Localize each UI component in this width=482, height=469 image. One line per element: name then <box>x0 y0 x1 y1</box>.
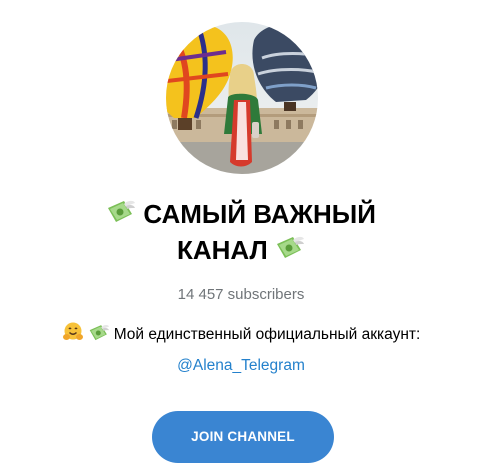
channel-description-text: Мой единственный официальный аккаунт: <box>113 326 421 343</box>
channel-avatar[interactable] <box>166 22 318 174</box>
channel-description: Мой единственный официальный аккаунт: <box>0 321 482 347</box>
join-channel-button[interactable]: JOIN CHANNEL <box>152 411 334 463</box>
subscriber-count: 14 457 subscribers <box>177 286 305 303</box>
channel-title-line-2: КАНАЛ <box>0 232 482 268</box>
money-with-wings-icon <box>88 323 110 343</box>
channel-description-mention-line: @Alena_Telegram <box>0 355 482 377</box>
username-link[interactable]: @Alena_Telegram <box>177 357 305 374</box>
channel-title-line-1: САМЫЙ ВАЖНЫЙ <box>0 196 482 232</box>
channel-preview: САМЫЙ ВАЖНЫЙ КАНАЛ 14 457 subscribers Мо… <box>0 0 482 469</box>
channel-title-text-1: САМЫЙ ВАЖНЫЙ <box>143 199 376 229</box>
money-with-wings-icon <box>275 234 305 262</box>
channel-title: САМЫЙ ВАЖНЫЙ КАНАЛ <box>0 196 482 268</box>
channel-title-text-2: КАНАЛ <box>177 235 268 265</box>
money-with-wings-icon <box>106 198 136 226</box>
avatar-photo <box>166 22 318 174</box>
hugging-face-icon <box>62 321 84 343</box>
